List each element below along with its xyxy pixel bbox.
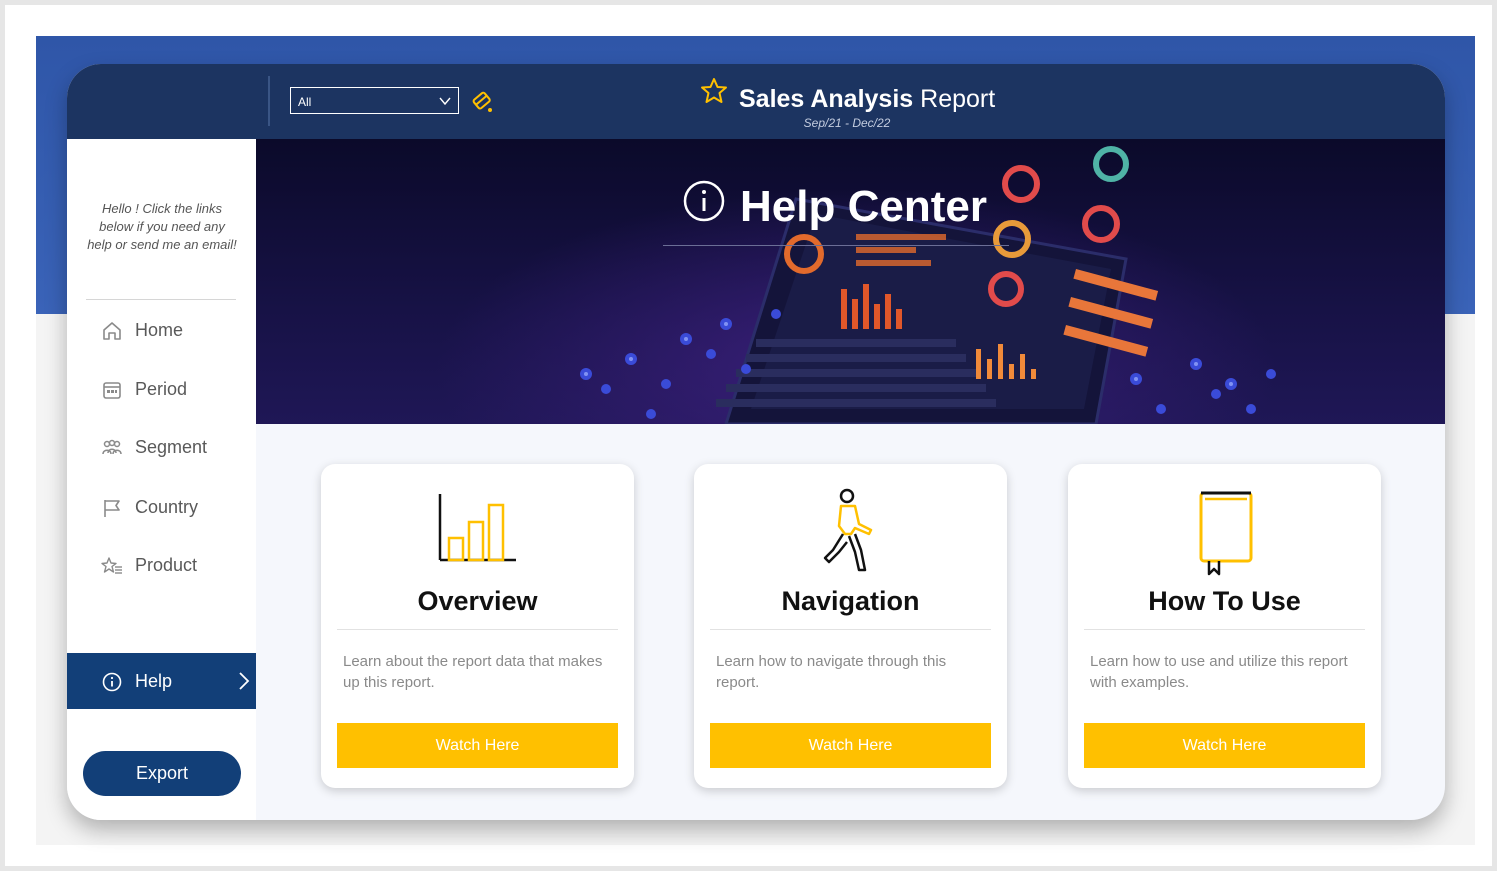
overview-card: Overview Learn about the report data tha… — [321, 464, 634, 788]
report-frame: All Sales Analysis Report Sep/21 - Dec/2… — [0, 0, 1497, 871]
sidebar-item-segment[interactable]: Segment — [67, 419, 256, 475]
report-title-rest: Report — [913, 85, 996, 113]
overview-watch-button[interactable]: Watch Here — [337, 723, 618, 768]
report-canvas: All Sales Analysis Report Sep/21 - Dec/2… — [67, 64, 1445, 820]
star-icon — [701, 78, 727, 103]
sidebar-item-product[interactable]: Product — [67, 537, 256, 593]
how-to-use-card: How To Use Learn how to use and utilize … — [1068, 464, 1381, 788]
star-list-icon — [101, 557, 122, 574]
card-description: Learn about the report data that makes u… — [343, 653, 603, 691]
how-to-use-watch-button[interactable]: Watch Here — [1084, 723, 1365, 768]
book-icon — [1199, 491, 1253, 576]
card-description: Learn how to navigate through this repor… — [716, 653, 947, 691]
help-center-heading: Help Center — [682, 179, 1002, 239]
sidebar-item-help[interactable]: Help — [67, 653, 256, 709]
report-date-range: Sep/21 - Dec/22 — [803, 116, 891, 130]
header-divider — [268, 76, 270, 126]
info-icon — [683, 180, 725, 222]
report-title-text: Sales Analysis Report — [739, 85, 995, 114]
sidebar-item-label: Country — [135, 497, 199, 517]
card-title: Overview — [417, 586, 538, 616]
people-icon — [102, 439, 122, 455]
help-center-underline — [663, 245, 1009, 246]
home-icon — [103, 322, 121, 340]
help-hero-banner: Help Center — [256, 139, 1445, 424]
report-title: Sales Analysis Report Sep/21 - Dec/22 — [687, 74, 1007, 134]
sidebar-item-label: Home — [135, 320, 184, 340]
sidebar-message: Hello ! Click the links below if you nee… — [87, 201, 237, 252]
sidebar-divider — [86, 299, 236, 300]
walking-person-icon — [823, 488, 873, 572]
card-divider — [710, 629, 991, 630]
sidebar-item-label: Segment — [135, 437, 208, 457]
calendar-icon — [103, 382, 121, 399]
sidebar-item-period[interactable]: Period — [67, 361, 256, 417]
navigation-watch-button[interactable]: Watch Here — [710, 723, 991, 768]
chevron-down-icon — [439, 97, 451, 106]
export-button[interactable]: Export — [83, 751, 241, 796]
header-bar: All Sales Analysis Report Sep/21 - Dec/2… — [67, 64, 1445, 139]
flag-icon — [104, 500, 120, 517]
card-divider — [337, 629, 618, 630]
card-title: Navigation — [781, 586, 920, 616]
sidebar-item-country[interactable]: Country — [67, 479, 256, 535]
sidebar-item-label: Period — [135, 379, 188, 399]
card-divider — [1084, 629, 1365, 630]
sidebar-item-label: Help — [135, 671, 173, 691]
report-title-bold: Sales Analysis — [739, 85, 914, 113]
help-center-title: Help Center — [740, 182, 987, 231]
card-description: Learn how to use and utilize this report… — [1090, 653, 1348, 691]
eraser-icon[interactable] — [469, 88, 495, 114]
chevron-right-icon — [239, 672, 250, 690]
filter-dropdown[interactable]: All — [290, 87, 459, 114]
sidebar: Hello ! Click the links below if you nee… — [67, 139, 256, 820]
sidebar-item-home[interactable]: Home — [67, 302, 256, 358]
sidebar-item-label: Product — [135, 555, 198, 575]
card-title: How To Use — [1148, 586, 1301, 616]
filter-dropdown-value: All — [298, 95, 312, 109]
navigation-card: Navigation Learn how to navigate through… — [694, 464, 1007, 788]
bar-chart-icon — [438, 494, 516, 562]
info-icon — [102, 672, 122, 692]
